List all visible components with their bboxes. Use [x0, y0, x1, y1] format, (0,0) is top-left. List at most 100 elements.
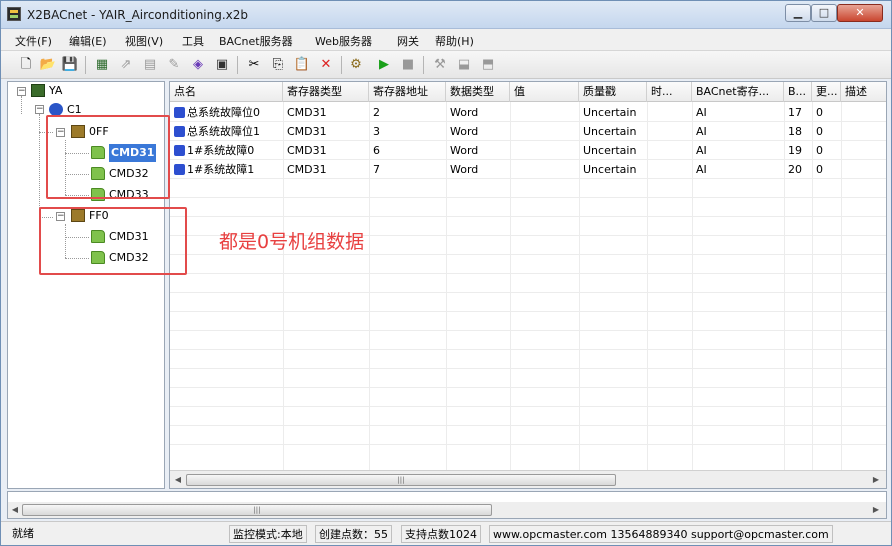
column-header[interactable]: 寄存器类型 [283, 82, 369, 102]
points-table[interactable]: 点名 寄存器类型 寄存器地址 数据类型 值 质量戳 时... BACnet寄存.… [169, 81, 887, 489]
grid-line [170, 216, 886, 217]
timestamp-cell [647, 103, 692, 122]
import-icon[interactable]: ⬒ [479, 56, 497, 74]
column-header[interactable]: 寄存器地址 [369, 82, 446, 102]
register-type-cell: CMD31 [287, 125, 327, 138]
point-name-cell: 1#系统故障0 [170, 141, 283, 160]
table-row[interactable]: 1#系统故障0 CMD31 6 Word Uncertain AI 19 0 [170, 141, 886, 160]
add-device-icon[interactable]: ▦ [93, 56, 111, 74]
bacnet-register-cell: AI [696, 125, 707, 138]
grid-line [170, 425, 886, 426]
edit-icon[interactable]: ✎ [165, 56, 183, 74]
timestamp-cell [647, 160, 692, 179]
table-row[interactable]: 1#系统故障1 CMD31 7 Word Uncertain AI 20 0 [170, 160, 886, 179]
point-name-cell: 总系统故障位1 [170, 122, 283, 141]
quality-cell: Uncertain [583, 144, 637, 157]
table-row[interactable]: 总系统故障位0 CMD31 2 Word Uncertain AI 17 0 [170, 103, 886, 122]
menu-help[interactable]: 帮助(H) [435, 33, 474, 49]
menu-web-server[interactable]: Web服务器 [315, 33, 372, 49]
quality-cell: Uncertain [583, 125, 637, 138]
column-header[interactable]: 描述 [841, 82, 886, 102]
tree-connector [39, 114, 40, 218]
bacnet-register-cell: AI [696, 144, 707, 157]
monitor-icon[interactable]: ⚙ [347, 56, 365, 74]
scrollbar-thumb[interactable]: ||| [22, 504, 492, 516]
minimize-button[interactable]: ▁ [785, 4, 811, 22]
grid-line [170, 444, 886, 445]
menu-edit[interactable]: 编辑(E) [69, 33, 107, 49]
point-icon [174, 164, 185, 175]
grid-line [170, 349, 886, 350]
column-header[interactable]: 质量戳 [579, 82, 647, 102]
status-monitor-mode: 监控模式:本地 [229, 525, 307, 543]
column-header[interactable]: 数据类型 [446, 82, 510, 102]
tool-icon[interactable]: ⚒ [431, 56, 449, 74]
status-bar: 就绪 监控模式:本地 创建点数：55 支持点数1024 www.opcmaste… [1, 521, 891, 545]
quality-cell: Uncertain [583, 163, 637, 176]
menu-gateway[interactable]: 网关 [397, 33, 419, 49]
timestamp-cell [647, 122, 692, 141]
column-header[interactable]: 点名 [170, 82, 283, 102]
menu-bacnet-server[interactable]: BACnet服务器 [219, 33, 293, 49]
grid-line [170, 292, 886, 293]
table-row[interactable]: 总系统故障位1 CMD31 3 Word Uncertain AI 18 0 [170, 122, 886, 141]
grid-line [170, 254, 886, 255]
point-name-cell: 总系统故障位0 [170, 103, 283, 122]
toolbar-separator [85, 56, 86, 74]
grid-line [170, 311, 886, 312]
description-cell [841, 160, 886, 179]
cut-icon[interactable]: ✂ [245, 56, 263, 74]
data-type-cell: Word [450, 125, 479, 138]
stop-icon[interactable]: ■ [399, 56, 417, 74]
add-group-icon[interactable]: ▤ [141, 56, 159, 74]
column-header[interactable]: 时... [647, 82, 692, 102]
table-horizontal-scrollbar[interactable]: ◀ ||| ▶ [170, 470, 886, 488]
toolbar-separator [341, 56, 342, 74]
scroll-left-icon[interactable]: ◀ [9, 504, 21, 516]
delete-icon[interactable]: ✕ [317, 56, 335, 74]
update-cell: 0 [816, 163, 823, 176]
log-horizontal-scrollbar[interactable]: ◀ ||| ▶ [8, 502, 886, 518]
grid-line [170, 273, 886, 274]
column-header[interactable]: 更... [812, 82, 841, 102]
menu-file[interactable]: 文件(F) [15, 33, 52, 49]
export-icon[interactable]: ⬓ [455, 56, 473, 74]
column-header[interactable]: B... [784, 82, 812, 102]
maximize-button[interactable]: □ [811, 4, 837, 22]
app-window: X2BACnet - YAIR_Airconditioning.x2b ▁ □ … [0, 0, 892, 546]
scrollbar-thumb[interactable]: ||| [186, 474, 616, 486]
save-icon[interactable]: 💾 [61, 56, 79, 74]
description-cell [841, 141, 886, 160]
scroll-right-icon[interactable]: ▶ [870, 474, 882, 486]
title-bar[interactable]: X2BACnet - YAIR_Airconditioning.x2b ▁ □ … [1, 1, 891, 29]
collapse-icon[interactable]: − [17, 87, 26, 96]
highlight-box-0ff [46, 115, 170, 199]
new-file-icon[interactable]: 🗋 [17, 56, 35, 74]
paste-icon[interactable]: 📋 [293, 56, 311, 74]
grid-line [170, 406, 886, 407]
scroll-left-icon[interactable]: ◀ [172, 474, 184, 486]
column-header[interactable]: BACnet寄存... [692, 82, 784, 102]
point-name-cell: 1#系统故障1 [170, 160, 283, 179]
menu-bar: 文件(F) 编辑(E) 视图(V) 工具 BACnet服务器 Web服务器 网关… [1, 29, 891, 51]
log-panel[interactable]: ◀ ||| ▶ [7, 491, 887, 519]
tag-multi-icon[interactable]: ◈ [189, 56, 207, 74]
menu-view[interactable]: 视图(V) [125, 33, 163, 49]
copy-icon[interactable]: ⎘ [269, 56, 287, 74]
menu-tools[interactable]: 工具 [182, 33, 204, 49]
add-channel-icon[interactable]: ⇗ [117, 56, 135, 74]
properties-icon[interactable]: ▣ [213, 56, 231, 74]
register-address-cell: 3 [373, 125, 380, 138]
close-button[interactable]: ✕ [837, 4, 883, 22]
point-icon [174, 126, 185, 137]
column-header[interactable]: 值 [510, 82, 579, 102]
status-contact-info: www.opcmaster.com 13564889340 support@op… [489, 525, 833, 543]
collapse-icon[interactable]: − [35, 105, 44, 114]
register-address-cell: 7 [373, 163, 380, 176]
window-title: X2BACnet - YAIR_Airconditioning.x2b [27, 8, 249, 22]
annotation-text: 都是0号机组数据 [219, 231, 365, 253]
scroll-right-icon[interactable]: ▶ [870, 504, 882, 516]
open-folder-icon[interactable]: 📂 [39, 56, 57, 74]
run-icon[interactable]: ▶ [375, 56, 393, 74]
grid-line [170, 330, 886, 331]
